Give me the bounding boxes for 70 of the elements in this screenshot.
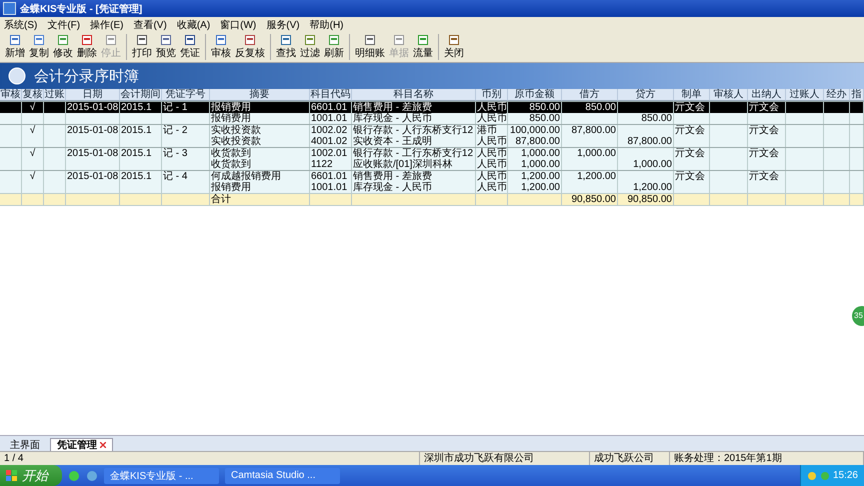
toolbar-button[interactable]: 预览 — [154, 34, 178, 60]
toolbar-button[interactable]: 查找 — [274, 34, 298, 60]
toolbar-icon — [328, 34, 340, 46]
toolbar-button[interactable]: 过滤 — [298, 34, 322, 60]
toolbar-icon — [136, 34, 148, 46]
quick-launch-icon[interactable] — [86, 470, 98, 482]
toolbar-icon — [105, 34, 117, 46]
menu-item[interactable]: 帮助(H) — [310, 18, 344, 32]
column-header[interactable]: 会计期间 — [120, 89, 162, 101]
toolbar-icon — [244, 34, 256, 46]
close-icon[interactable] — [100, 442, 106, 448]
tab[interactable]: 主界面 — [4, 438, 46, 451]
column-header[interactable]: 日期 — [66, 89, 120, 101]
menu-item[interactable]: 文件(F) — [47, 18, 80, 32]
toolbar-button[interactable]: 修改 — [51, 34, 75, 60]
menu-item[interactable]: 窗口(W) — [220, 18, 256, 32]
toolbar-icon — [280, 34, 292, 46]
column-header[interactable]: 币别 — [476, 89, 508, 101]
toolbar-button[interactable]: 复制 — [27, 34, 51, 60]
toolbar-icon — [160, 34, 172, 46]
column-header[interactable]: 过账人 — [786, 89, 824, 101]
taskbar-button[interactable]: Camtasia Studio ... — [225, 468, 340, 484]
column-header[interactable]: 指 — [850, 89, 864, 101]
table-row[interactable]: 合计 90,850.00 90,850.00 — [0, 193, 864, 206]
toolbar-icon — [417, 34, 429, 46]
toolbar-icon — [364, 34, 376, 46]
toolbar-button[interactable]: 刷新 — [322, 34, 346, 60]
menu-item[interactable]: 收藏(A) — [176, 18, 210, 32]
toolbar-button[interactable]: 反复核 — [233, 34, 267, 60]
toolbar-icon — [448, 34, 460, 46]
toolbar-icon — [57, 34, 69, 46]
column-header[interactable]: 出纳人 — [748, 89, 786, 101]
toolbar-button[interactable]: 审核 — [209, 34, 233, 60]
tab[interactable]: 凭证管理 — [50, 438, 113, 451]
toolbar-icon — [304, 34, 316, 46]
column-header[interactable]: 复核 — [22, 89, 44, 101]
toolbar-icon — [184, 34, 196, 46]
toolbar-button[interactable]: 新增 — [3, 34, 27, 60]
toolbar-icon — [33, 34, 45, 46]
clock: 15:26 — [832, 470, 858, 481]
column-header[interactable]: 科目名称 — [352, 89, 476, 101]
table-cell: 90,850.00 — [562, 194, 618, 205]
toolbar-button[interactable]: 流量 — [411, 34, 435, 60]
toolbar-icon — [9, 34, 21, 46]
toolbar-icon — [393, 34, 405, 46]
windows-logo-icon — [6, 470, 18, 482]
toolbar-button[interactable]: 凭证 — [178, 34, 202, 60]
column-header[interactable]: 科目代码 — [310, 89, 352, 101]
toolbar-button[interactable]: 关闭 — [442, 34, 466, 60]
window-title: 金蝶KIS专业版 - [凭证管理] — [20, 2, 142, 16]
toolbar-icon — [81, 34, 93, 46]
toolbar-button[interactable]: 明细账 — [353, 34, 387, 60]
column-header[interactable]: 过账 — [44, 89, 66, 101]
taskbar-button[interactable]: 金蝶KIS专业版 - ... — [104, 468, 219, 484]
menu-item[interactable]: 操作(E) — [90, 18, 124, 32]
column-header[interactable]: 制单 — [674, 89, 710, 101]
app-icon — [3, 2, 16, 15]
table-cell: 合计 — [210, 194, 310, 205]
menu-item[interactable]: 查看(V) — [133, 18, 167, 32]
toolbar-button[interactable]: 删除 — [75, 34, 99, 60]
banner-title: 会计分录序时簿 — [34, 66, 139, 86]
start-button[interactable]: 开始 — [0, 465, 62, 486]
quick-launch-icon[interactable] — [68, 470, 80, 482]
toolbar-icon — [215, 34, 227, 46]
menu-item[interactable]: 服务(V) — [266, 18, 300, 32]
toolbar-button[interactable]: 打印 — [130, 34, 154, 60]
menu-item[interactable]: 系统(S) — [4, 18, 38, 32]
tray-icon[interactable] — [806, 470, 817, 480]
table-cell: 90,850.00 — [618, 194, 674, 205]
column-header[interactable]: 经办 — [824, 89, 850, 101]
